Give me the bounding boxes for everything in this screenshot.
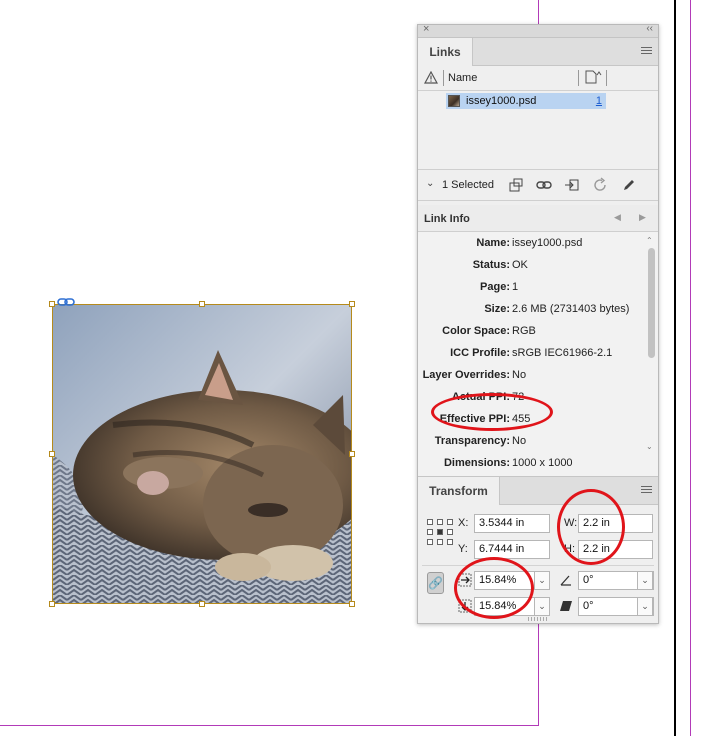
scroll-thumb[interactable]	[648, 248, 655, 358]
page-edge	[674, 0, 676, 736]
frame-handle-bl[interactable]	[49, 601, 55, 607]
bleed-guide	[690, 0, 691, 736]
next-link-icon[interactable]: ▶	[639, 212, 646, 223]
update-link-icon[interactable]	[592, 177, 608, 193]
close-icon[interactable]: ×	[423, 23, 429, 35]
warning-icon[interactable]	[424, 71, 438, 84]
scale-y-icon	[458, 599, 472, 613]
link-info-title: Link Info	[424, 213, 470, 225]
rotation-angle-icon	[560, 575, 571, 586]
info-row: Status: OK	[472, 259, 528, 271]
column-separator	[443, 70, 444, 86]
links-toolbar: ⌄ 1 Selected	[418, 169, 658, 201]
chevron-down-icon[interactable]: ⌄	[426, 178, 434, 189]
info-scrollbar[interactable]: ⌃ ⌄	[646, 236, 656, 468]
scale-x-icon	[458, 573, 472, 587]
info-row: Name: issey1000.psd	[476, 237, 583, 249]
links-tab-row: Links	[418, 38, 658, 66]
info-row: Size: 2.6 MB (2731403 bytes)	[484, 303, 630, 315]
y-field[interactable]: 6.7444 in	[474, 540, 550, 559]
x-field[interactable]: 3.5344 in	[474, 514, 550, 533]
margin-guide-vertical-lower	[538, 624, 539, 726]
relink-from-cc-icon[interactable]	[508, 177, 524, 193]
frame-handle-tc[interactable]	[199, 301, 205, 307]
frame-handle-mr[interactable]	[349, 451, 355, 457]
transform-divider	[422, 565, 654, 566]
width-field[interactable]: 2.2 in	[578, 514, 653, 533]
links-column-header: Name	[418, 66, 658, 91]
selected-count: 1 Selected	[442, 179, 494, 191]
info-row: Layer Overrides: No	[422, 369, 527, 381]
kitten-photo	[53, 305, 351, 603]
link-page-number[interactable]: 1	[596, 95, 602, 107]
frame-handle-br[interactable]	[349, 601, 355, 607]
link-row[interactable]: issey1000.psd 1	[446, 93, 606, 109]
relink-icon[interactable]	[536, 177, 552, 193]
placed-image-frame[interactable]	[52, 304, 352, 604]
scroll-up-icon[interactable]: ⌃	[646, 236, 653, 245]
column-name[interactable]: Name	[448, 72, 477, 84]
link-info-list: Name: issey1000.psd Status: OK Page: 1 Size…	[418, 232, 658, 476]
frame-handle-tl[interactable]	[49, 301, 55, 307]
info-row: Dimensions: 1000 x 1000	[443, 457, 573, 469]
link-filename: issey1000.psd	[466, 95, 537, 107]
info-row: Actual PPI: 72	[451, 391, 525, 403]
links-list: issey1000.psd 1	[418, 91, 658, 169]
info-row-effective-ppi: Effective PPI: 455	[439, 413, 531, 425]
shear-angle-icon	[560, 601, 572, 611]
column-separator	[606, 70, 607, 86]
previous-link-icon[interactable]: ◀	[614, 212, 621, 223]
tab-transform[interactable]: Transform	[418, 477, 500, 505]
constrain-proportions-icon[interactable]: 🔗	[427, 572, 444, 594]
info-row: Transparency: No	[434, 435, 527, 447]
link-thumbnail	[448, 95, 460, 107]
margin-guide-vertical	[538, 0, 539, 24]
y-label: Y:	[458, 543, 468, 555]
chevron-down-icon[interactable]: ⌄	[637, 597, 653, 616]
link-badge-icon[interactable]	[57, 297, 75, 307]
transform-tab-row: Transform	[418, 476, 658, 505]
go-to-link-icon[interactable]	[564, 177, 580, 193]
scroll-down-icon[interactable]: ⌄	[646, 442, 653, 451]
panel-resize-grip[interactable]	[528, 617, 548, 621]
reference-point-icon[interactable]	[427, 519, 453, 545]
panel-menu-icon[interactable]	[641, 47, 652, 56]
w-label: W:	[564, 517, 578, 529]
link-info-header[interactable]: Link Info ◀ ▶	[418, 205, 658, 232]
chevron-down-icon[interactable]: ⌄	[534, 597, 550, 616]
frame-handle-ml[interactable]	[49, 451, 55, 457]
transform-panel: X: 3.5344 in Y: 6.7444 in W: 2.2 in H: 2…	[418, 505, 658, 623]
info-row: ICC Profile: sRGB IEC61966-2.1	[450, 347, 613, 359]
chevron-down-icon[interactable]: ⌄	[637, 571, 653, 590]
margin-guide-horizontal	[0, 725, 539, 726]
chevron-down-icon[interactable]: ⌄	[534, 571, 550, 590]
frame-handle-bc[interactable]	[199, 601, 205, 607]
info-row: Color Space: RGB	[442, 325, 536, 337]
links-panel: × ‹‹ Links Name issey1000.psd 1 ⌄ 1 Sele…	[417, 23, 659, 624]
transform-menu-icon[interactable]	[641, 486, 652, 495]
column-separator	[578, 70, 579, 86]
x-label: X:	[458, 517, 469, 529]
tab-links[interactable]: Links	[418, 38, 473, 66]
h-label: H:	[564, 543, 575, 555]
height-field[interactable]: 2.2 in	[578, 540, 653, 559]
page-sort-icon[interactable]	[584, 70, 602, 84]
panel-titlebar[interactable]: × ‹‹	[418, 23, 658, 38]
info-row: Page: 1	[480, 281, 519, 293]
collapse-icon[interactable]: ‹‹	[646, 23, 653, 34]
edit-original-icon[interactable]	[621, 177, 637, 193]
frame-handle-tr[interactable]	[349, 301, 355, 307]
